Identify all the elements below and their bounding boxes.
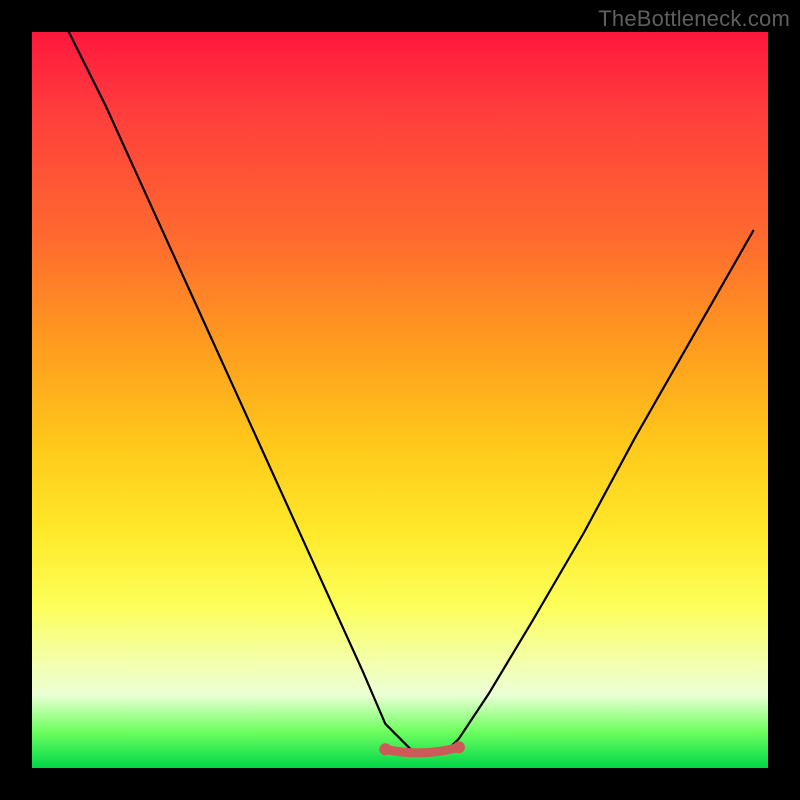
chart-curve [69,32,754,753]
highlight-band [385,747,459,753]
chart-frame: TheBottleneck.com [0,0,800,800]
highlight-endpoint-left [379,743,391,755]
chart-svg [32,32,768,768]
highlight-endpoint-right [453,741,465,753]
watermark-label: TheBottleneck.com [598,6,790,32]
plot-area [32,32,768,768]
